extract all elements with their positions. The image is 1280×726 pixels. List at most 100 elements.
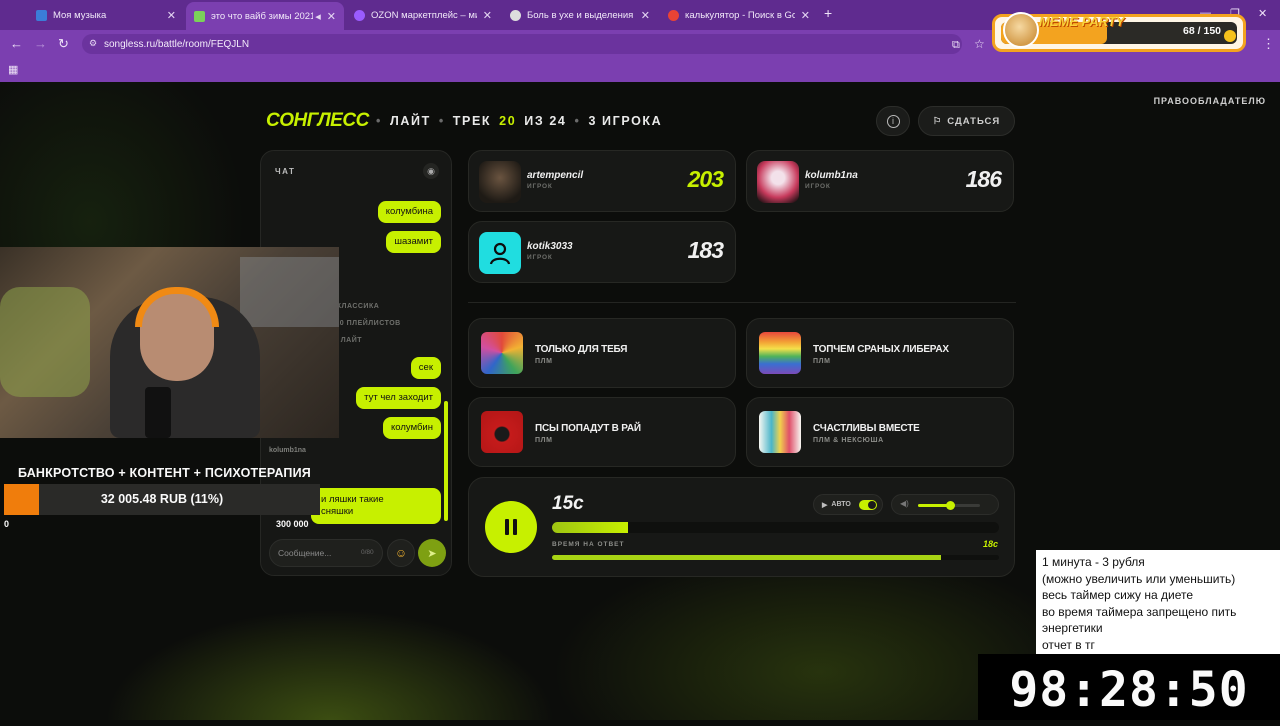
video-favicon-icon xyxy=(194,10,205,22)
webcam-background xyxy=(240,257,339,327)
track-time: 18с xyxy=(982,539,998,549)
tab-ear-pain[interactable]: Боль в ухе и выделения ✕ xyxy=(502,4,658,26)
smiley-icon: ☺ xyxy=(394,546,408,560)
track-number: 20 xyxy=(499,114,517,128)
meme-party-title: MEME PARTY xyxy=(1039,14,1125,29)
answer-timer-label: ВРЕМЯ НА ОТВЕТ xyxy=(552,541,625,548)
surrender-button[interactable]: ⚐ СДАТЬСЯ xyxy=(918,106,1015,136)
rights-holder-link[interactable]: ПРАВООБЛАДАТЕЛЮ xyxy=(1154,96,1266,106)
url-field[interactable]: ⚙ songless.ru/battle/room/FEQJLN xyxy=(82,34,962,54)
scroll-thumb[interactable] xyxy=(444,401,448,521)
install-app-icon[interactable]: ⧉ xyxy=(952,37,960,53)
song-title: ПСЫ ПОПАДУТ В РАЙ xyxy=(535,423,641,434)
chat-message: и ляшки такие сняшки xyxy=(311,488,441,524)
answer-option[interactable]: ПСЫ ПОПАДУТ В РАЙ ПЛМ xyxy=(468,397,736,467)
player-name: artempencil xyxy=(527,170,584,181)
site-info-icon[interactable]: ⚙ xyxy=(89,38,97,49)
pause-button[interactable] xyxy=(485,501,537,553)
tab-ozon[interactable]: OZON маркетплейс – миллио ✕ xyxy=(346,4,500,26)
answer-timer-bar xyxy=(552,522,999,533)
track-total: ИЗ 24 xyxy=(524,114,567,128)
tab-calculator[interactable]: калькулятор - Поиск в Google ✕ xyxy=(660,4,818,26)
answer-option[interactable]: ТОЛЬКО ДЛЯ ТЕБЯ ПЛМ xyxy=(468,318,736,388)
player-score: 186 xyxy=(965,166,1002,192)
tab-my-music[interactable]: Моя музыка ✕ xyxy=(28,4,184,26)
player-score: 203 xyxy=(687,166,724,192)
tab-video[interactable]: это что вайб зимы 2021-2 ◂ ✕ xyxy=(186,2,344,30)
auto-play-toggle[interactable]: ▶ АВТО xyxy=(813,494,883,515)
doge-icon xyxy=(1003,12,1039,48)
answer-option[interactable]: СЧАСТЛИВЫ ВМЕСТЕ ПЛМ & НЕКСЮША xyxy=(746,397,1014,467)
logo[interactable]: СОНГЛЕСС xyxy=(266,110,369,132)
close-icon[interactable]: ✕ xyxy=(801,9,810,22)
user-icon xyxy=(489,242,511,265)
new-tab-button[interactable]: + xyxy=(824,5,832,21)
apps-grid-icon[interactable]: ▦ xyxy=(8,63,18,76)
separator-dot: • xyxy=(438,114,445,128)
avatar xyxy=(479,232,521,274)
players-count: 3 ИГРОКА xyxy=(588,114,663,128)
message-author: kolumb1na xyxy=(269,447,306,454)
pause-icon xyxy=(505,519,509,535)
song-artist: ПЛМ xyxy=(535,437,553,444)
play-icon: ▶ xyxy=(822,501,828,509)
audio-player: 15с ВРЕМЯ НА ОТВЕТ 18с ▶ АВТО ◀) xyxy=(468,477,1015,577)
player-role: ИГРОК xyxy=(527,183,553,190)
chat-message: колумбин xyxy=(383,417,441,439)
chat-message: тут чел заходит xyxy=(356,387,441,409)
close-icon[interactable]: ✕ xyxy=(167,9,176,22)
back-icon[interactable]: ← xyxy=(10,36,23,52)
emoji-button[interactable]: ☺ xyxy=(387,539,415,567)
toggle-switch[interactable] xyxy=(858,499,877,510)
chat-scrollbar[interactable] xyxy=(444,191,448,521)
chat-message: шазамит xyxy=(386,231,441,253)
volume-icon[interactable]: ◀) xyxy=(900,499,909,508)
forward-icon[interactable]: → xyxy=(34,36,47,52)
headphones xyxy=(135,287,219,327)
volume-track[interactable] xyxy=(918,501,980,510)
rule-line: весь таймер сижу на диете xyxy=(1042,588,1194,603)
reload-icon[interactable]: ↻ xyxy=(58,36,69,52)
info-button[interactable]: i xyxy=(876,106,910,136)
rule-line: 1 минута - 3 рубля xyxy=(1042,555,1145,569)
rule-line: отчет в тг xyxy=(1042,637,1095,652)
game-mode: ЛАЙТ xyxy=(389,114,431,128)
donation-goal-max: 300 000 xyxy=(276,519,309,529)
song-artist: ПЛМ & НЕКСЮША xyxy=(813,437,884,444)
volume-control[interactable]: ◀) xyxy=(891,494,999,515)
donation-goal-min: 0 xyxy=(4,519,10,529)
player-name: kolumb1na xyxy=(805,170,858,181)
close-icon[interactable]: ✕ xyxy=(641,9,650,22)
speaker-icon[interactable]: ◂ xyxy=(315,10,321,23)
song-artist: ПЛМ xyxy=(813,358,831,365)
subathon-timer: 98:28:50 xyxy=(978,654,1280,720)
album-cover xyxy=(759,411,801,453)
flag-icon: ⚐ xyxy=(932,115,943,127)
eye-icon[interactable]: ◉ xyxy=(423,163,439,179)
bookmarks-bar: ▦ xyxy=(0,58,1280,82)
answer-option[interactable]: ТОПЧЕМ СРАНЫХ ЛИБЕРАХ ПЛМ xyxy=(746,318,1014,388)
song-artist: ПЛМ xyxy=(535,358,553,365)
google-favicon-icon xyxy=(668,9,679,21)
player-name: kotik3033 xyxy=(527,241,573,252)
webcam-overlay xyxy=(0,247,339,438)
globe-favicon-icon xyxy=(510,9,521,21)
player-role: ИГРОК xyxy=(527,254,553,261)
send-button[interactable]: ➤ xyxy=(418,539,446,567)
volume-knob[interactable] xyxy=(946,501,956,510)
window-close-icon[interactable]: ✕ xyxy=(1258,7,1267,20)
song-progress-bar[interactable] xyxy=(552,555,999,560)
music-favicon-icon xyxy=(36,9,47,21)
player-role: ИГРОК xyxy=(805,183,831,190)
bookmark-star-icon[interactable]: ☆ xyxy=(974,36,985,52)
player-score: 183 xyxy=(687,237,724,263)
game-info: • ЛАЙТ • ТРЕК 20 ИЗ 24 • 3 ИГРОКА xyxy=(376,114,662,128)
album-cover xyxy=(481,411,523,453)
time-left: 15с xyxy=(552,493,584,514)
browser-menu-icon[interactable]: ⋮ xyxy=(1262,36,1275,52)
chat-title: ЧАТ xyxy=(275,167,296,176)
chat-message: сек xyxy=(410,357,441,379)
rule-line: (можно увеличить или уменьшить) xyxy=(1042,571,1236,586)
close-icon[interactable]: ✕ xyxy=(327,10,336,23)
close-icon[interactable]: ✕ xyxy=(483,9,492,22)
